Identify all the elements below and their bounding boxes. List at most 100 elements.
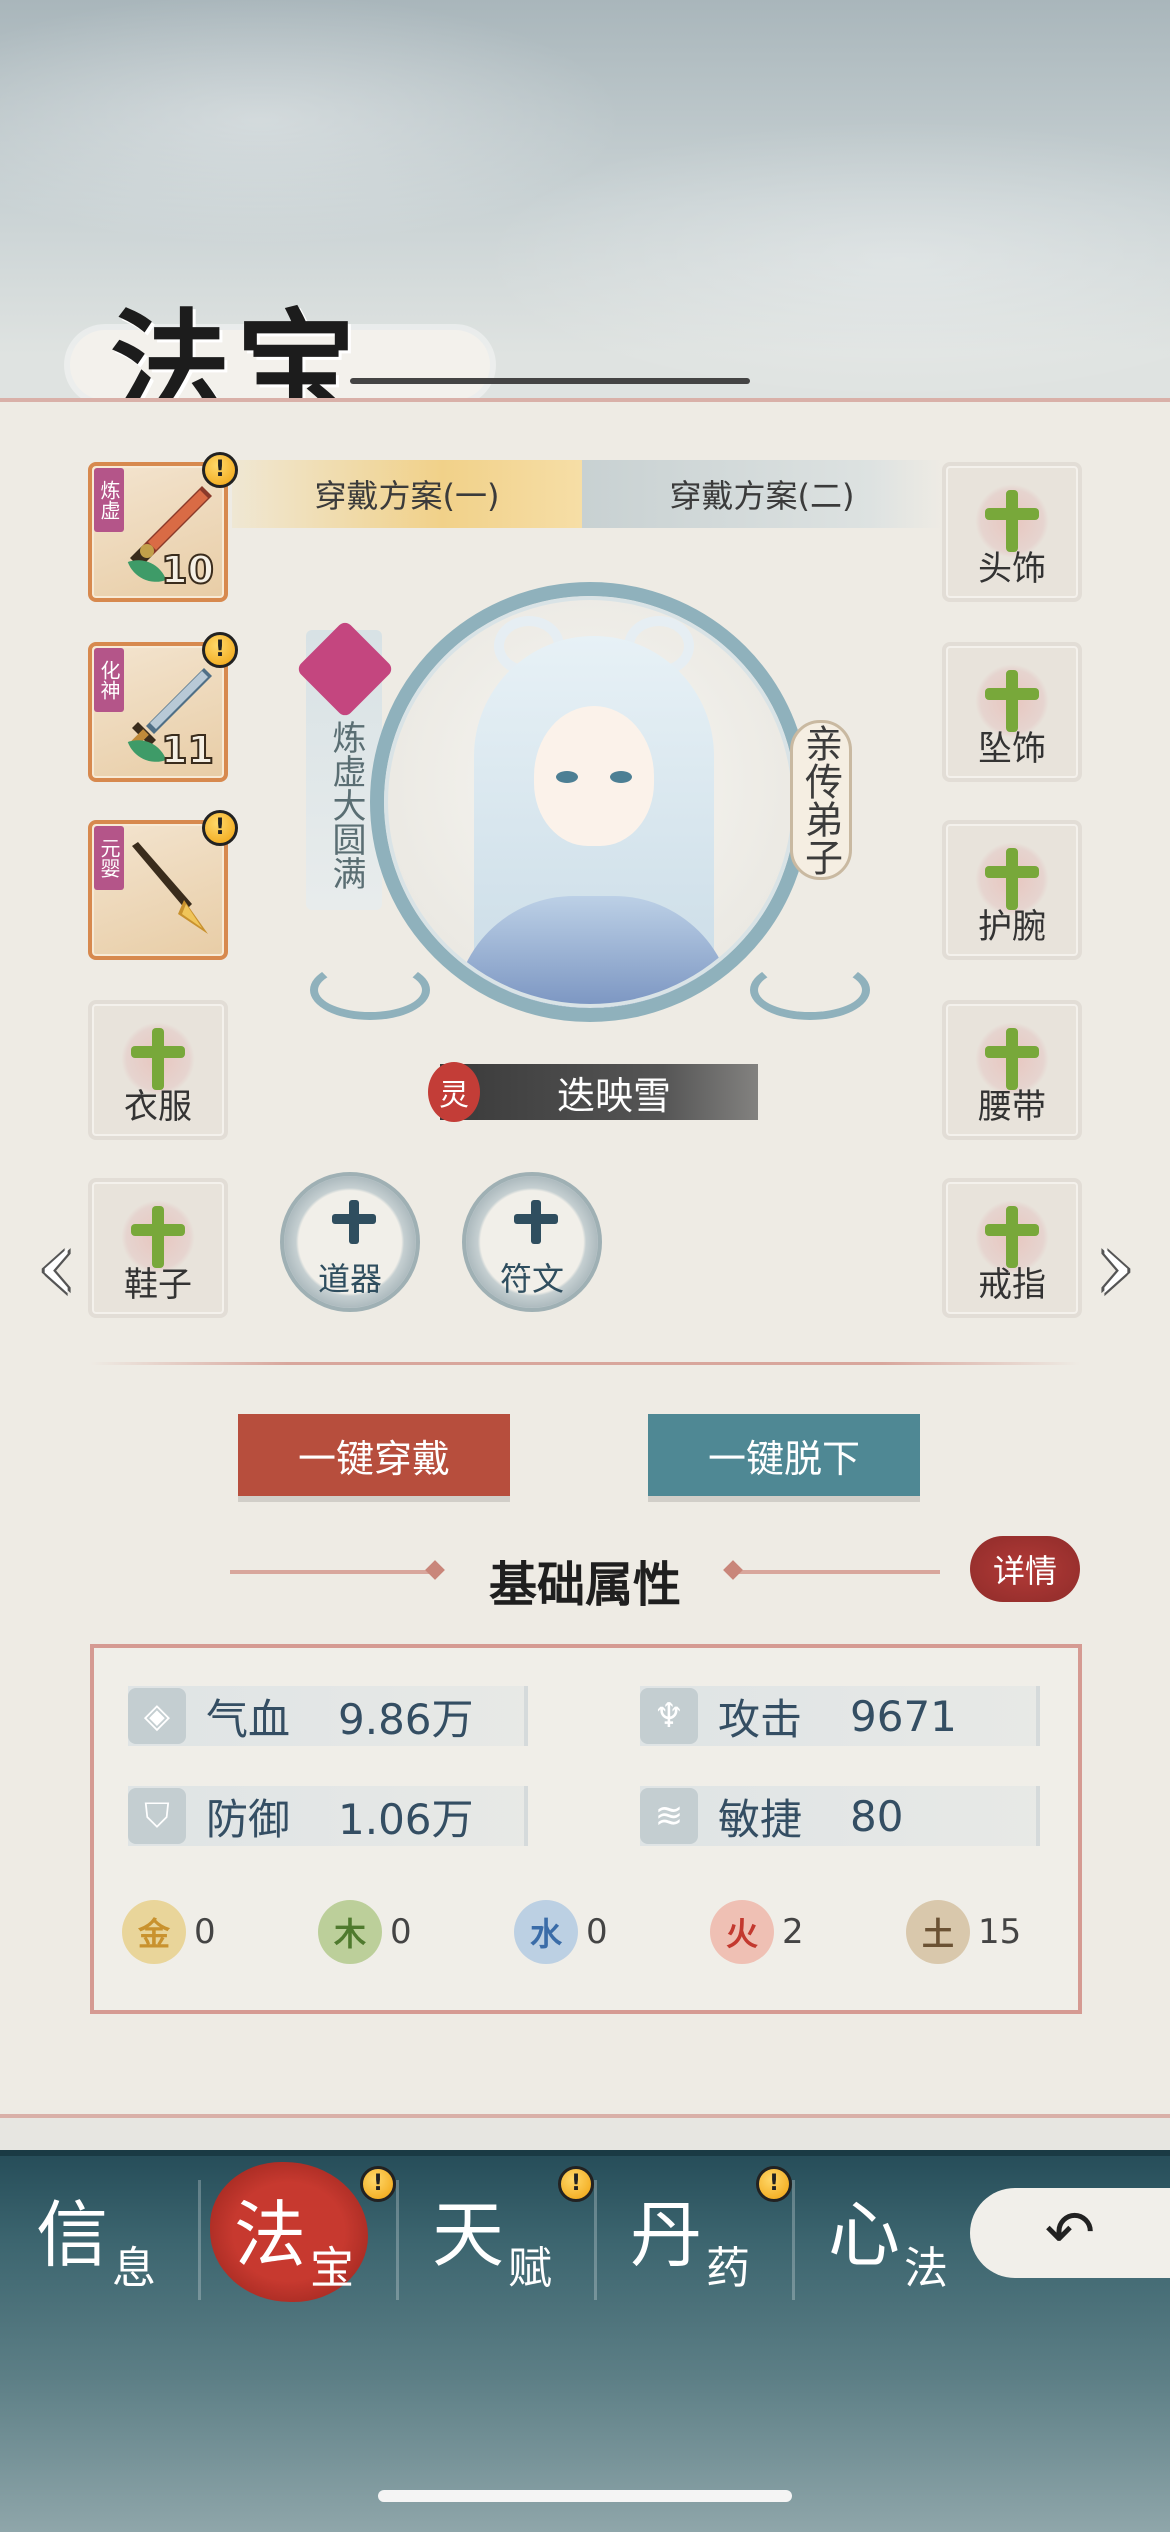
slot-label: 头饰 <box>978 549 1046 589</box>
spear-icon <box>132 842 208 934</box>
stat-value: 1.06万 <box>338 1794 474 1844</box>
stat-row-hp: ◈ 气血 9.86万 <box>128 1686 528 1746</box>
rune-slot[interactable]: 符文 <box>462 1172 602 1312</box>
equip-slot-belt[interactable]: 腰带 <box>942 1000 1082 1140</box>
element-fire: 火 2 <box>710 1900 804 1964</box>
item-level: 11 <box>160 727 215 773</box>
nav-tab-char-small: 息 <box>112 2243 156 2294</box>
slot-label: 腰带 <box>978 1087 1046 1127</box>
plus-icon <box>332 1200 376 1244</box>
element-wood: 木 0 <box>318 1900 412 1964</box>
slot-label: 护腕 <box>978 907 1046 947</box>
stat-name: 气血 <box>206 1694 291 1744</box>
equip-slot-ring[interactable]: 戒指 <box>942 1178 1082 1318</box>
element-badge: 水 <box>514 1900 578 1964</box>
nav-border <box>0 2150 1170 2156</box>
character-portrait[interactable] <box>370 582 810 1022</box>
spirit-root-seal: 灵 <box>428 1062 480 1122</box>
equip-slot-weapon-2[interactable]: 化神 11 ! <box>88 632 238 782</box>
back-arrow-icon: ↶ <box>1044 2198 1096 2268</box>
plus-icon <box>514 1200 558 1244</box>
element-value: 0 <box>586 1912 608 1952</box>
nav-tab-char-small: 法 <box>904 2243 948 2294</box>
slot-label: 鞋子 <box>124 1265 192 1305</box>
stat-name: 防御 <box>206 1794 291 1844</box>
realm-text: 炼虚大圆满 <box>326 720 366 890</box>
stat-name: 攻击 <box>718 1694 803 1744</box>
nav-tab-info[interactable]: 信 息 <box>0 2172 198 2302</box>
element-earth: 土 15 <box>906 1900 1021 1964</box>
stat-row-defense: ⛉ 防御 1.06万 <box>128 1786 528 1846</box>
character-eye <box>610 771 632 783</box>
home-indicator[interactable] <box>378 2490 792 2502</box>
stat-value: 80 <box>850 1791 904 1841</box>
nav-tab-char-small: 宝 <box>310 2243 354 2294</box>
stat-value: 9671 <box>850 1691 957 1741</box>
character-name: 迭映雪 <box>440 1064 758 1120</box>
detail-button[interactable]: 详情 <box>970 1536 1080 1602</box>
nav-tab-talent[interactable]: 天 赋 ! <box>396 2166 594 2302</box>
character-hair <box>474 636 714 1008</box>
element-value: 0 <box>194 1912 216 1952</box>
item-level: 10 <box>160 547 215 593</box>
stat-row-attack: ♆ 攻击 9671 <box>640 1686 1040 1746</box>
nav-tab-treasure[interactable]: 法 宝 ! <box>198 2166 396 2302</box>
slot-label: 衣服 <box>124 1087 192 1127</box>
equip-slot-weapon-1[interactable]: 炼虚 10 ! <box>88 452 238 602</box>
slot-label: 坠饰 <box>978 729 1046 769</box>
blood-drop-icon: ◈ <box>128 1688 186 1744</box>
nav-tab-char: 信 <box>36 2193 109 2277</box>
element-badge: 土 <box>906 1900 970 1964</box>
nav-tab-char: 法 <box>234 2193 307 2277</box>
prev-character-arrow-icon[interactable]: ‹ <box>22 1207 92 1324</box>
element-water: 水 0 <box>514 1900 608 1964</box>
tab-outfit-plan-1[interactable]: 穿戴方案(一) <box>232 460 582 528</box>
character-eye <box>556 771 578 783</box>
nav-tab-pills[interactable]: 丹 药 ! <box>594 2166 792 2302</box>
wing-icon: ≋ <box>640 1788 698 1844</box>
tab-outfit-plan-2[interactable]: 穿戴方案(二) <box>582 460 942 528</box>
element-badge: 火 <box>710 1900 774 1964</box>
back-button[interactable]: ↶ <box>970 2188 1170 2278</box>
nav-tab-char: 丹 <box>630 2193 703 2277</box>
stat-name: 敏捷 <box>718 1794 803 1844</box>
stat-value: 9.86万 <box>338 1694 474 1744</box>
sword-hilt-icon: ♆ <box>640 1688 698 1744</box>
nav-tab-char-small: 药 <box>706 2243 750 2294</box>
hair-bun-right <box>624 616 694 676</box>
element-value: 2 <box>782 1912 804 1952</box>
next-character-arrow-icon[interactable]: › <box>1080 1207 1150 1324</box>
alert-badge: ! <box>202 452 238 488</box>
equip-slot-shoes[interactable]: 鞋子 <box>88 1178 228 1318</box>
cloud-ornament-right <box>750 960 870 1020</box>
cloud-ornament-left <box>310 960 430 1020</box>
equip-all-button[interactable]: 一键穿戴 <box>238 1414 510 1496</box>
alert-badge: ! <box>360 2166 396 2202</box>
equip-slot-weapon-3[interactable]: 元婴 ! <box>88 810 238 960</box>
equip-slot-headwear[interactable]: 头饰 <box>942 462 1082 602</box>
nav-tab-char-small: 赋 <box>508 2243 552 2294</box>
equip-slot-clothes[interactable]: 衣服 <box>88 1000 228 1140</box>
element-metal: 金 0 <box>122 1900 216 1964</box>
equip-slot-pendant[interactable]: 坠饰 <box>942 642 1082 782</box>
character-face <box>534 706 654 846</box>
slot-label: 道器 <box>317 1260 382 1298</box>
equip-slot-bracer[interactable]: 护腕 <box>942 820 1082 960</box>
stat-row-agility: ≋ 敏捷 80 <box>640 1786 1040 1846</box>
element-value: 15 <box>978 1912 1022 1952</box>
nav-tab-char: 天 <box>432 2193 505 2277</box>
element-value: 0 <box>390 1912 412 1952</box>
divider <box>90 1362 1080 1365</box>
element-badge: 金 <box>122 1900 186 1964</box>
slot-label: 符文 <box>499 1260 564 1298</box>
shield-icon: ⛉ <box>128 1788 186 1844</box>
nav-tab-mind-method[interactable]: 心 法 <box>792 2172 990 2302</box>
dao-artifact-slot[interactable]: 道器 <box>280 1172 420 1312</box>
nav-tab-char: 心 <box>828 2193 901 2277</box>
hair-bun-left <box>494 616 564 676</box>
remove-all-button[interactable]: 一键脱下 <box>648 1414 920 1496</box>
alert-badge: ! <box>756 2166 792 2202</box>
alert-badge: ! <box>558 2166 594 2202</box>
element-badge: 木 <box>318 1900 382 1964</box>
title-underline <box>350 378 750 384</box>
